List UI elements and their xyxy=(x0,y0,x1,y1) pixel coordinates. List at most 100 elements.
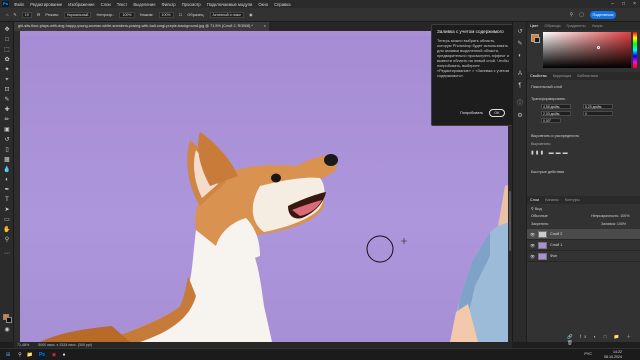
app-icon[interactable]: ● xyxy=(60,351,68,359)
windows-start-icon[interactable]: ⊞ xyxy=(4,351,12,359)
healing-brush-tool-icon[interactable]: ✚ xyxy=(3,106,11,114)
transform-label[interactable]: Трансформировать xyxy=(531,97,565,101)
layer-opacity[interactable]: Непрозрачность: 100% xyxy=(591,214,629,218)
history-panel-icon[interactable]: ↺ xyxy=(516,28,524,36)
share-button[interactable]: Поделиться xyxy=(590,11,616,19)
angle-field[interactable]: 0,00° xyxy=(541,118,561,123)
layer-filter[interactable]: ⚲ Вид xyxy=(531,206,542,211)
explorer-icon[interactable]: 📁 xyxy=(26,351,34,359)
maximize-icon[interactable]: □ xyxy=(622,1,625,7)
brush-panel-icon[interactable]: ✎ xyxy=(516,40,524,48)
type-tool-icon[interactable]: T xyxy=(3,196,11,204)
menu-file[interactable]: Файл xyxy=(14,2,24,7)
tab-libraries[interactable]: Библиотеки xyxy=(577,74,598,78)
color-picker-ring[interactable] xyxy=(597,46,600,49)
menu-plugins[interactable]: Подключаемые модули xyxy=(207,2,253,7)
brush-size-field[interactable]: 19 xyxy=(21,11,32,18)
aligned-checkbox[interactable]: ☐ xyxy=(179,12,183,17)
shape-tool-icon[interactable]: ▭ xyxy=(3,216,11,224)
workspace-icon[interactable]: ▢ xyxy=(579,12,584,18)
paragraph-panel-icon[interactable]: ¶ xyxy=(516,82,524,90)
clock[interactable]: 14:22 08.10.2024 xyxy=(604,350,622,360)
browser-icon[interactable]: ◉ xyxy=(50,351,58,359)
eyedropper-tool-icon[interactable]: ✎ xyxy=(3,96,11,104)
character-panel-icon[interactable]: A xyxy=(516,70,524,78)
layer-row[interactable]: 👁 Слой 2 xyxy=(527,229,640,240)
tab-patterns[interactable]: Узоры xyxy=(592,24,603,28)
minimize-icon[interactable]: – xyxy=(611,1,614,7)
hand-tool-icon[interactable]: ✋ xyxy=(3,226,11,234)
search-icon[interactable]: ⚲ xyxy=(570,12,574,18)
quick-select-tool-icon[interactable]: ✦ xyxy=(3,66,11,74)
tab-color[interactable]: Цвет xyxy=(530,24,539,28)
menu-text[interactable]: Текст xyxy=(117,2,128,7)
search-taskbar-icon[interactable]: ⚲ xyxy=(16,351,24,359)
brush-tool-icon[interactable]: ✎ xyxy=(13,12,16,17)
visibility-eye-icon[interactable]: 👁 xyxy=(530,254,535,259)
tab-properties[interactable]: Свойства xyxy=(530,74,547,78)
tab-layers[interactable]: Слои xyxy=(530,198,539,202)
sample-select[interactable]: Активный и ниже xyxy=(209,11,245,18)
layer-row[interactable]: 👁 Слой 1 xyxy=(527,240,640,251)
move-tool-icon[interactable]: ✥ xyxy=(3,26,11,34)
quick-mask-icon[interactable]: ◉ xyxy=(3,326,11,334)
ignore-adjust-icon[interactable]: ◉ xyxy=(249,12,253,17)
tab-channels[interactable]: Каналы xyxy=(545,198,558,202)
ok-button[interactable]: OK xyxy=(489,109,505,117)
tools-preset-icon[interactable]: ⚙ xyxy=(516,112,524,120)
eraser-tool-icon[interactable]: ▯ xyxy=(3,146,11,154)
opacity-field[interactable]: 100% xyxy=(119,11,135,18)
language-indicator[interactable]: РУС xyxy=(584,352,592,356)
close-icon[interactable]: × xyxy=(633,1,636,7)
menu-layers[interactable]: Слои xyxy=(101,2,111,7)
y-field[interactable]: 0 xyxy=(583,111,613,116)
visibility-eye-icon[interactable]: 👁 xyxy=(530,232,535,237)
color-field[interactable] xyxy=(543,32,631,68)
crop-tool-icon[interactable]: ⌖ xyxy=(3,76,11,84)
visibility-eye-icon[interactable]: 👁 xyxy=(530,243,535,248)
menu-image[interactable]: Изображение xyxy=(68,2,94,7)
tab-close-icon[interactable]: × xyxy=(264,22,266,31)
width-field[interactable]: 4,58 дюйм. xyxy=(541,104,571,109)
frame-tool-icon[interactable]: ⊡ xyxy=(3,86,11,94)
menu-select[interactable]: Выделение xyxy=(133,2,155,7)
tab-gradients[interactable]: Градиенты xyxy=(566,24,585,28)
path-select-tool-icon[interactable]: ➤ xyxy=(3,206,11,214)
quick-actions-label[interactable]: Быстрые действия xyxy=(531,170,564,174)
adjustments-panel-icon[interactable]: ◐ xyxy=(516,52,524,60)
photoshop-taskbar-icon[interactable]: Ps xyxy=(38,351,46,359)
info-panel-icon[interactable]: ⓘ xyxy=(516,100,524,108)
background-color-swatch[interactable] xyxy=(6,317,12,323)
history-brush-tool-icon[interactable]: ↺ xyxy=(3,136,11,144)
blur-tool-icon[interactable]: 💧 xyxy=(3,166,11,174)
try-it-button[interactable]: Попробовать xyxy=(460,111,483,115)
blend-mode-select[interactable]: Обычные xyxy=(531,214,548,218)
lasso-tool-icon[interactable]: ✿ xyxy=(3,56,11,64)
marquee-tool-icon[interactable]: ⬚ xyxy=(3,46,11,54)
x-field[interactable]: 5,25 дюйм. xyxy=(583,104,613,109)
align-icons[interactable]: ▮▮▮ ▬▬▬ xyxy=(531,150,570,156)
brush-tool-icon[interactable]: ✏ xyxy=(3,116,11,124)
brush-settings-icon[interactable]: ⚙ xyxy=(37,12,41,17)
gradient-tool-icon[interactable]: ▩ xyxy=(3,156,11,164)
zoom-level[interactable]: 71,48% xyxy=(17,343,29,347)
scrollbar-thumb[interactable] xyxy=(509,191,511,251)
menu-filter[interactable]: Фильтр xyxy=(162,2,176,7)
tab-adjustments[interactable]: Коррекция xyxy=(553,74,572,78)
menu-window[interactable]: Окно xyxy=(258,2,268,7)
mode-select[interactable]: Нормальный xyxy=(63,11,92,18)
align-label[interactable]: Выровнять и распределить xyxy=(531,134,579,138)
menu-view[interactable]: Просмотр xyxy=(182,2,201,7)
height-field[interactable]: 2,33 дюйм. xyxy=(541,111,571,116)
clone-stamp-tool-icon[interactable]: ▣ xyxy=(3,126,11,134)
tab-paths[interactable]: Контуры xyxy=(565,198,580,202)
tab-swatches[interactable]: Образцы xyxy=(545,24,561,28)
photoshop-logo-icon[interactable]: Ps xyxy=(2,1,9,7)
zoom-tool-icon[interactable]: ⚲ xyxy=(3,236,11,244)
layer-row[interactable]: 👁 Фон xyxy=(527,251,640,262)
artboard-tool-icon[interactable]: □ xyxy=(3,36,11,44)
layer-fill[interactable]: Заливка: 100% xyxy=(601,222,626,226)
pen-tool-icon[interactable]: ✒ xyxy=(3,186,11,194)
menu-edit[interactable]: Редактирование xyxy=(30,2,62,7)
home-icon[interactable]: ⌂ xyxy=(6,12,8,17)
